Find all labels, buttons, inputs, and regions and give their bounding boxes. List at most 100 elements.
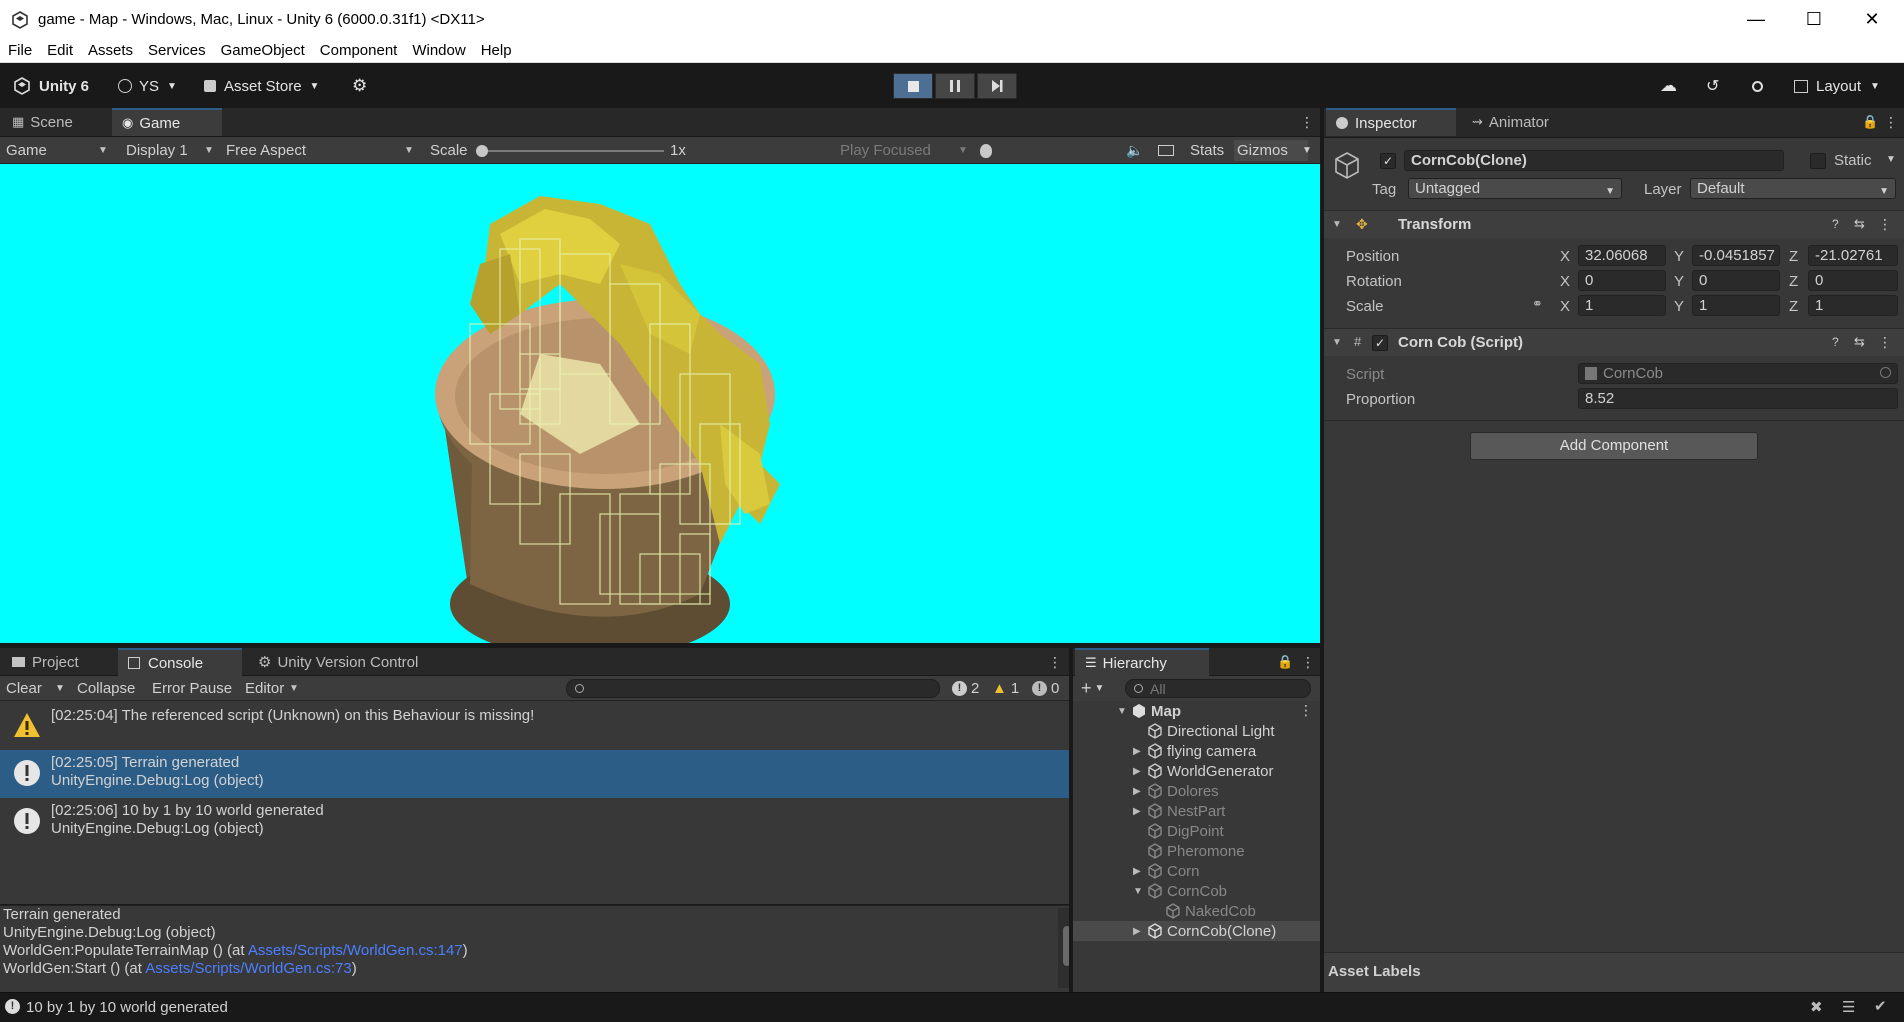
log-count-toggle[interactable]: ! 2: [952, 678, 979, 699]
transform-header[interactable]: ▼ ✥ Transform ? ⇆ ⋮: [1324, 210, 1904, 238]
active-checkbox[interactable]: ✓: [1380, 153, 1396, 169]
status-message[interactable]: 10 by 1 by 10 world generated: [26, 999, 228, 1016]
bug-off-icon[interactable]: ✖: [1810, 998, 1823, 1016]
maximize-button[interactable]: ☐: [1785, 0, 1843, 39]
console-search-input[interactable]: [566, 679, 940, 698]
proportion-field[interactable]: 8.52: [1578, 388, 1898, 409]
expand-arrow-icon[interactable]: ▶: [1133, 766, 1141, 777]
tree-item[interactable]: NakedCob: [1073, 901, 1320, 921]
menu-window[interactable]: Window: [412, 42, 465, 59]
more-options-icon[interactable]: ⋮: [1301, 654, 1315, 671]
mute-audio-button[interactable]: 🔈: [1126, 140, 1143, 161]
position-x-field[interactable]: 32.06068: [1578, 245, 1666, 266]
menu-file[interactable]: File: [8, 42, 32, 59]
search-button[interactable]: [1752, 74, 1763, 98]
gizmos-dropdown[interactable]: Gizmos: [1234, 140, 1308, 161]
create-dropdown[interactable]: + ▼: [1081, 678, 1104, 699]
expand-arrow-icon[interactable]: ▶: [1133, 746, 1141, 757]
source-link[interactable]: Assets/Scripts/WorldGen.cs:147: [248, 942, 463, 959]
hierarchy-search-input[interactable]: All: [1125, 679, 1311, 698]
component-enabled-checkbox[interactable]: ✓: [1372, 335, 1388, 351]
lock-icon[interactable]: 🔒: [1277, 654, 1293, 670]
fold-arrow-icon[interactable]: ▼: [1332, 219, 1342, 230]
stats-button[interactable]: Stats: [1190, 140, 1224, 161]
log-entry-warning[interactable]: [02:25:04] The referenced script (Unknow…: [0, 701, 1069, 749]
tab-scene[interactable]: ▦ Scene: [2, 108, 83, 136]
tree-item-selected[interactable]: ▶ CornCob(Clone): [1073, 921, 1320, 941]
check-circle-icon[interactable]: ✔: [1874, 997, 1887, 1015]
play-focused-dropdown[interactable]: Play Focused ▼: [840, 140, 970, 161]
expand-arrow-icon[interactable]: ▼: [1133, 886, 1143, 897]
more-options-icon[interactable]: ⋮: [1299, 702, 1313, 719]
menu-assets[interactable]: Assets: [88, 42, 133, 59]
menu-services[interactable]: Services: [148, 42, 206, 59]
clear-button[interactable]: Clear: [6, 678, 42, 699]
minimize-button[interactable]: —: [1727, 0, 1785, 39]
scale-y-field[interactable]: 1: [1692, 295, 1780, 316]
clear-options-chevron-icon[interactable]: ▼: [55, 678, 65, 699]
fold-arrow-icon[interactable]: ▼: [1332, 337, 1342, 348]
expand-arrow-icon[interactable]: ▶: [1133, 806, 1141, 817]
tab-animator[interactable]: ⇝ Animator: [1462, 108, 1559, 136]
history-button[interactable]: ↺: [1706, 74, 1719, 98]
tree-item[interactable]: ▶ Corn: [1073, 861, 1320, 881]
expand-arrow-icon[interactable]: ▶: [1133, 786, 1141, 797]
tab-hierarchy[interactable]: ☰ Hierarchy: [1075, 648, 1209, 676]
console-detail-pane[interactable]: Terrain generated UnityEngine.Debug:Log …: [0, 905, 1071, 992]
step-button[interactable]: [977, 73, 1017, 99]
tree-item[interactable]: ▼ CornCob: [1073, 881, 1320, 901]
error-count-toggle[interactable]: ! 0: [1032, 678, 1059, 699]
unity-account-button[interactable]: Unity 6: [12, 74, 89, 98]
tree-item[interactable]: Directional Light: [1073, 721, 1320, 741]
menu-gameobject[interactable]: GameObject: [221, 42, 305, 59]
tag-dropdown[interactable]: Untagged ▼: [1408, 178, 1622, 199]
preset-icon[interactable]: ⇆: [1854, 334, 1865, 350]
menu-component[interactable]: Component: [320, 42, 398, 59]
game-viewport[interactable]: [0, 164, 1320, 643]
bug-button[interactable]: [980, 140, 1000, 161]
layer-dropdown[interactable]: Default ▼: [1690, 178, 1896, 199]
rotation-z-field[interactable]: 0: [1808, 270, 1898, 291]
more-options-icon[interactable]: ⋮: [1878, 334, 1892, 351]
object-name-field[interactable]: CornCob(Clone): [1404, 150, 1784, 171]
log-entry-selected[interactable]: [02:25:05] Terrain generated UnityEngine…: [0, 750, 1069, 798]
source-link[interactable]: Assets/Scripts/WorldGen.cs:73: [145, 960, 351, 977]
aspect-dropdown[interactable]: Free Aspect ▼: [226, 140, 418, 161]
tab-inspector[interactable]: Inspector: [1326, 108, 1456, 136]
cloud-button[interactable]: ☁: [1660, 74, 1677, 98]
more-options-icon[interactable]: ⋮: [1048, 654, 1062, 671]
more-options-icon[interactable]: ⋮: [1878, 216, 1892, 233]
asset-labels-section[interactable]: Asset Labels: [1324, 952, 1904, 992]
help-icon[interactable]: ?: [1832, 217, 1839, 231]
scale-slider-handle[interactable]: [476, 145, 488, 157]
stack-icon[interactable]: ☰: [1842, 998, 1855, 1016]
account-dropdown[interactable]: YS ▼: [118, 74, 177, 98]
layout-dropdown[interactable]: Layout ▼: [1794, 74, 1880, 98]
rotation-y-field[interactable]: 0: [1692, 270, 1780, 291]
tree-item[interactable]: ▶ Dolores: [1073, 781, 1320, 801]
tree-item[interactable]: Pheromone: [1073, 841, 1320, 861]
position-y-field[interactable]: -0.0451857: [1692, 245, 1780, 266]
scale-slider-track[interactable]: [478, 150, 664, 152]
menu-help[interactable]: Help: [481, 42, 512, 59]
corn-cob-script-header[interactable]: ▼ # ✓ Corn Cob (Script) ? ⇆ ⋮: [1324, 328, 1904, 356]
help-icon[interactable]: ?: [1832, 335, 1839, 349]
close-button[interactable]: ✕: [1843, 0, 1901, 39]
keyboard-button[interactable]: [1158, 140, 1174, 161]
play-button[interactable]: [893, 73, 933, 99]
expand-arrow-icon[interactable]: ▶: [1133, 926, 1141, 937]
object-picker-icon[interactable]: [1880, 367, 1891, 378]
collapse-toggle[interactable]: Collapse: [77, 678, 135, 699]
static-chevron-icon[interactable]: ▼: [1886, 154, 1896, 165]
settings-gear-button[interactable]: ⚙: [352, 74, 367, 98]
rotation-x-field[interactable]: 0: [1578, 270, 1666, 291]
editor-dropdown[interactable]: Editor ▼: [245, 678, 301, 699]
preset-icon[interactable]: ⇆: [1854, 216, 1865, 232]
asset-store-dropdown[interactable]: Asset Store ▼: [204, 74, 319, 98]
add-component-button[interactable]: Add Component: [1470, 432, 1758, 460]
script-reference-field[interactable]: CornCob: [1578, 363, 1898, 384]
expand-arrow-icon[interactable]: ▶: [1133, 866, 1141, 877]
tree-item[interactable]: ▶ flying camera: [1073, 741, 1320, 761]
lock-icon[interactable]: 🔒: [1862, 114, 1878, 130]
tab-project[interactable]: Project: [2, 648, 89, 676]
